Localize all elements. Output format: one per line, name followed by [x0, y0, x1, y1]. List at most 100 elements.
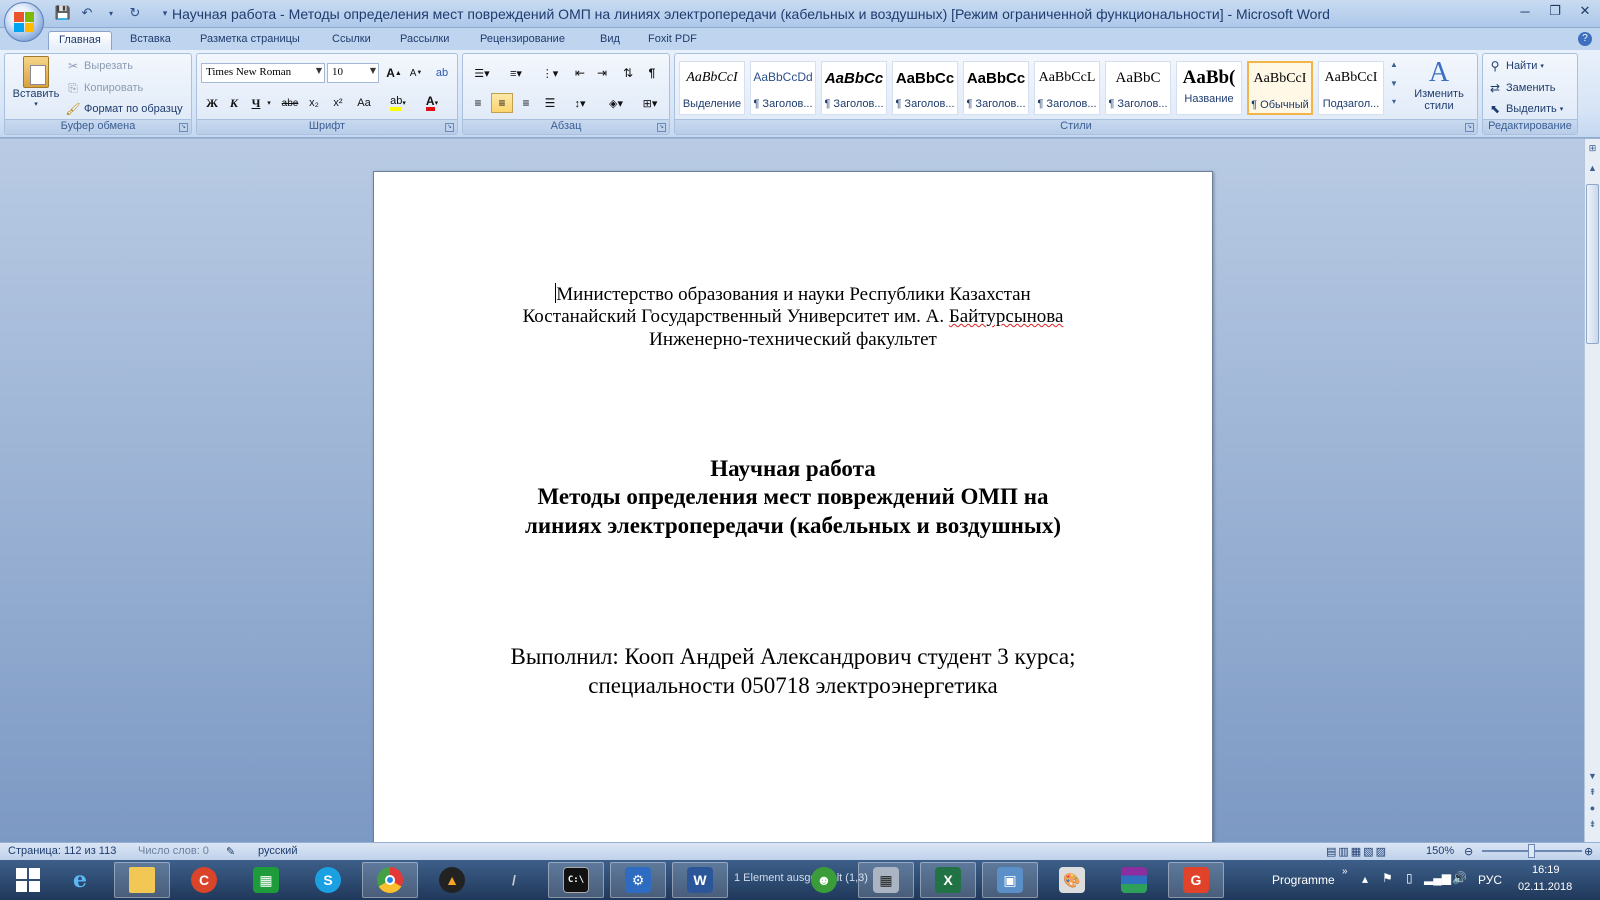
excel-icon[interactable]: X [920, 862, 976, 898]
network-signal-icon[interactable]: ▂▄▆ [1424, 871, 1451, 885]
sort-icon[interactable]: ⇅ [617, 63, 639, 83]
undo-dropdown-icon[interactable]: ▾ [102, 4, 120, 22]
next-page-icon[interactable]: ⇟ [1586, 819, 1599, 833]
justify-icon[interactable]: ☰ [539, 93, 561, 113]
tab-home[interactable]: Главная [48, 31, 112, 50]
undo-icon[interactable]: ↶ [78, 4, 96, 22]
paste-button[interactable]: Вставить ▾ [9, 56, 63, 108]
store-icon[interactable]: ▦ [238, 862, 294, 898]
style-heading[interactable]: AaBbCc ¶ Заголов... [821, 61, 887, 115]
style-heading[interactable]: AaBbCcDd ¶ Заголов... [750, 61, 816, 115]
change-case-button[interactable]: Aa [351, 93, 377, 113]
change-styles-button[interactable]: A Изменить стили [1407, 58, 1471, 113]
close-button[interactable]: ✕ [1570, 0, 1600, 22]
shrink-font-button[interactable]: A ▼ [405, 63, 427, 83]
scroll-down-icon[interactable]: ▼ [1387, 79, 1401, 98]
show-hidden-icons-icon[interactable]: ▴ [1362, 872, 1368, 886]
cut-button[interactable]: ✂ Вырезать [65, 58, 133, 74]
ruler-toggle-icon[interactable]: ⊞ [1586, 143, 1599, 157]
toolbar-expand-icon[interactable]: » [1342, 866, 1348, 877]
subscript-button[interactable]: x₂ [303, 93, 325, 113]
font-name-select[interactable]: Times New Roman ▼ [201, 63, 325, 83]
tab-insert[interactable]: Вставка [120, 31, 181, 50]
font-size-select[interactable]: 10 ▼ [327, 63, 379, 83]
style-subtitle[interactable]: AaBbCcI Подзагол... [1318, 61, 1384, 115]
frog-app-icon[interactable]: ☻ [796, 862, 852, 898]
bold-button[interactable]: Ж [201, 93, 223, 113]
volume-icon[interactable]: 🔊 [1452, 871, 1467, 885]
numbering-icon[interactable]: ≡▾ [501, 63, 531, 83]
copy-button[interactable]: ⎘ Копировать [65, 80, 143, 96]
clipboard-launcher-icon[interactable]: ↘ [179, 123, 188, 132]
zoom-in-icon[interactable]: ⊕ [1584, 845, 1593, 858]
style-heading[interactable]: AaBbCc ¶ Заголов... [963, 61, 1029, 115]
line-spacing-icon[interactable]: ↕▾ [565, 93, 595, 113]
more-styles-icon[interactable]: ▾ [1387, 97, 1401, 116]
align-right-icon[interactable]: ≡ [515, 93, 537, 113]
style-heading[interactable]: AaBbC ¶ Заголов... [1105, 61, 1171, 115]
control-panel-icon[interactable]: ⚙ [610, 862, 666, 898]
font-color-button[interactable]: A ▾ [417, 93, 447, 113]
calculator-icon[interactable]: ▦ [858, 862, 914, 898]
style-emphasis[interactable]: AaBbCcI Выделение [679, 61, 745, 115]
styles-launcher-icon[interactable]: ↘ [1465, 123, 1474, 132]
winrar-icon[interactable] [1106, 862, 1162, 898]
zoom-slider-thumb[interactable] [1528, 844, 1535, 858]
font-launcher-icon[interactable]: ↘ [445, 123, 454, 132]
file-explorer-icon[interactable] [114, 862, 170, 898]
style-heading[interactable]: AaBbCcL ¶ Заголов... [1034, 61, 1100, 115]
clear-formatting-icon[interactable]: ab [431, 63, 453, 83]
style-normal[interactable]: AaBbCcI ¶ Обычный [1247, 61, 1313, 115]
superscript-button[interactable]: x² [327, 93, 349, 113]
bullets-icon[interactable]: ☰▾ [467, 63, 497, 83]
scroll-thumb[interactable] [1586, 184, 1599, 344]
page-indicator[interactable]: Страница: 112 из 113 [8, 845, 116, 857]
scroll-up-icon[interactable]: ▲ [1387, 60, 1401, 79]
paragraph-launcher-icon[interactable]: ↘ [657, 123, 666, 132]
restore-button[interactable]: ❐ [1540, 0, 1570, 22]
photo-viewer-icon[interactable]: ▣ [982, 862, 1038, 898]
decrease-indent-icon[interactable]: ⇤ [569, 63, 591, 83]
redo-icon[interactable]: ↻ [126, 4, 144, 22]
select-button[interactable]: ⬉ Выделить ▾ [1487, 101, 1563, 117]
browse-object-icon[interactable]: ● [1586, 803, 1599, 817]
clock-time[interactable]: 16:19 [1532, 864, 1560, 876]
italic-button[interactable]: К [223, 93, 245, 113]
microphone-icon[interactable]: / [486, 862, 542, 898]
borders-icon[interactable]: ⊞▾ [635, 93, 665, 113]
align-center-icon[interactable]: ≡ [491, 93, 513, 113]
chrome-icon[interactable] [362, 862, 418, 898]
scroll-down-icon[interactable]: ▼ [1586, 771, 1599, 785]
skype-icon[interactable]: S [300, 862, 356, 898]
tab-view[interactable]: Вид [590, 31, 630, 50]
replace-button[interactable]: ⇄ Заменить [1487, 80, 1555, 96]
paint-icon[interactable]: 🎨 [1044, 862, 1100, 898]
strikethrough-button[interactable]: abe [279, 93, 301, 113]
style-heading[interactable]: AaBbCc ¶ Заголов... [892, 61, 958, 115]
tab-review[interactable]: Рецензирование [470, 31, 575, 50]
action-center-flag-icon[interactable]: ⚑ [1382, 871, 1393, 885]
zoom-level[interactable]: 150% [1426, 845, 1454, 857]
word-count[interactable]: Число слов: 0 [138, 845, 209, 857]
document-page[interactable]: Министерство образования и науки Республ… [373, 171, 1213, 842]
word-icon[interactable]: W [672, 862, 728, 898]
zoom-out-icon[interactable]: ⊖ [1464, 845, 1473, 858]
save-icon[interactable]: 💾 [54, 4, 72, 22]
grow-font-button[interactable]: A ▲ [383, 63, 405, 83]
scroll-up-icon[interactable]: ▲ [1586, 163, 1599, 177]
language-indicator[interactable]: русский [258, 845, 297, 857]
format-painter-button[interactable]: 🖌 Формат по образцу [65, 101, 182, 117]
align-left-icon[interactable]: ≡ [467, 93, 489, 113]
shading-icon[interactable]: ◈▾ [601, 93, 631, 113]
show-marks-icon[interactable]: ¶ [641, 63, 663, 83]
underline-dropdown-icon[interactable]: ▾ [263, 93, 275, 113]
previous-page-icon[interactable]: ⇞ [1586, 787, 1599, 801]
programme-toolbar[interactable]: Programme [1272, 873, 1335, 887]
tab-page-layout[interactable]: Разметка страницы [190, 31, 310, 50]
tab-mailings[interactable]: Рассылки [390, 31, 459, 50]
help-icon[interactable]: ? [1578, 32, 1592, 46]
proofing-icon[interactable]: ✎ [226, 845, 235, 858]
vertical-scrollbar[interactable]: ⊞ ▲ ▼ ⇞ ● ⇟ [1584, 139, 1600, 842]
multilevel-list-icon[interactable]: ⋮▾ [535, 63, 565, 83]
view-buttons[interactable]: ▤▥▦▧▨ [1326, 845, 1388, 858]
